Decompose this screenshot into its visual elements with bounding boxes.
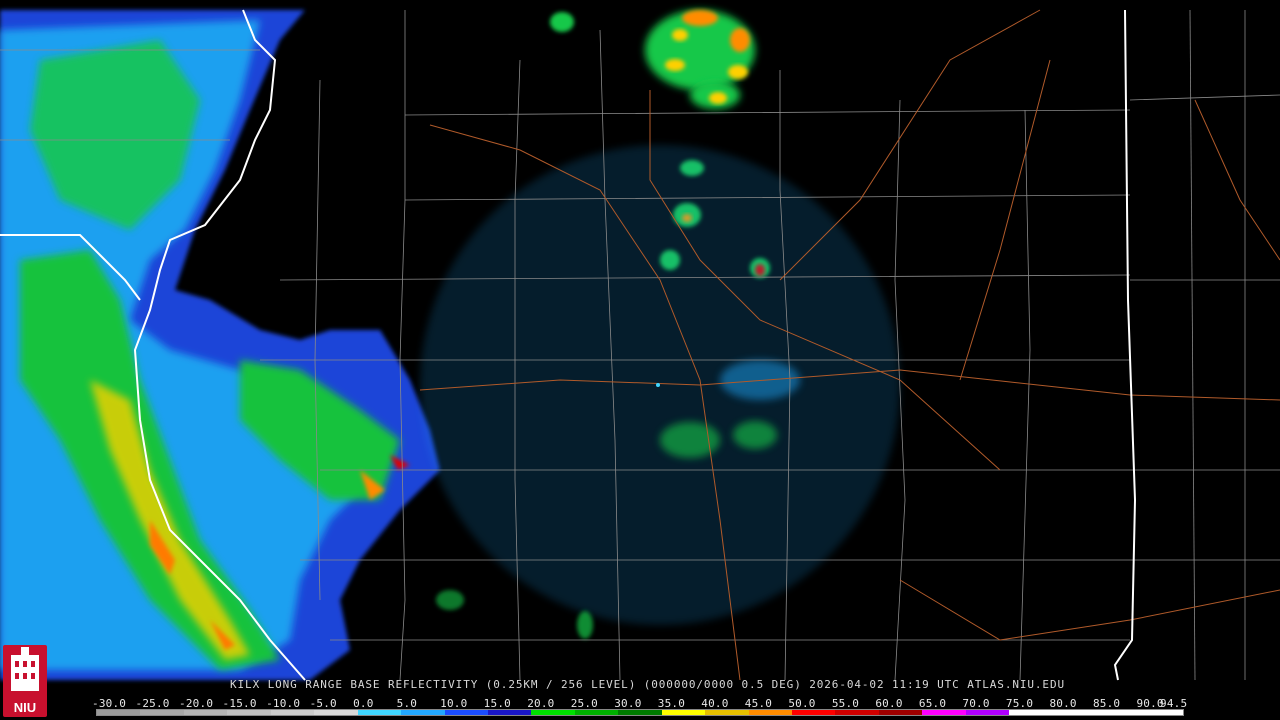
colorbar-segment (922, 710, 966, 715)
ground-clutter (420, 145, 900, 639)
colorbar-segment (1009, 710, 1053, 715)
radar-site-marker (656, 383, 660, 387)
colorbar-segment (1096, 710, 1140, 715)
colorbar-segment (661, 710, 706, 715)
colorbar-segment (270, 710, 315, 715)
colorbar-segment (835, 710, 879, 715)
colorbar-segment (618, 710, 662, 715)
colorbar-segment (314, 710, 358, 715)
niu-logo: NIU (3, 645, 47, 717)
colorbar-segment (140, 710, 184, 715)
radar-map (0, 9, 1280, 681)
colorbar-segment (748, 710, 792, 715)
colorbar-segment (357, 710, 402, 715)
colorbar-segment (401, 710, 445, 715)
product-caption: KILX LONG RANGE BASE REFLECTIVITY (0.25K… (230, 678, 1066, 691)
colorbar-segment (183, 710, 228, 715)
reflectivity-scale-labels: -30.0 -25.0 -20.0 -15.0 -10.0 -5.0 0.0 5.0 10.0 1… (92, 697, 1194, 710)
colorbar-segment (1139, 710, 1183, 715)
colorbar-segment (705, 710, 749, 715)
reflectivity-colorbar (96, 709, 1184, 716)
colorbar-segment (574, 710, 619, 715)
colorbar-segment (227, 710, 271, 715)
logo-label: NIU (13, 700, 37, 715)
colorbar-segment (792, 710, 836, 715)
colorbar-segment (444, 710, 488, 715)
tower-icon (11, 647, 39, 691)
colorbar-segment (97, 710, 141, 715)
colorbar-segment (878, 710, 923, 715)
colorbar-segment (487, 710, 532, 715)
colorbar-segment (965, 710, 1010, 715)
colorbar-segment (531, 710, 575, 715)
colorbar-segment (1052, 710, 1097, 715)
